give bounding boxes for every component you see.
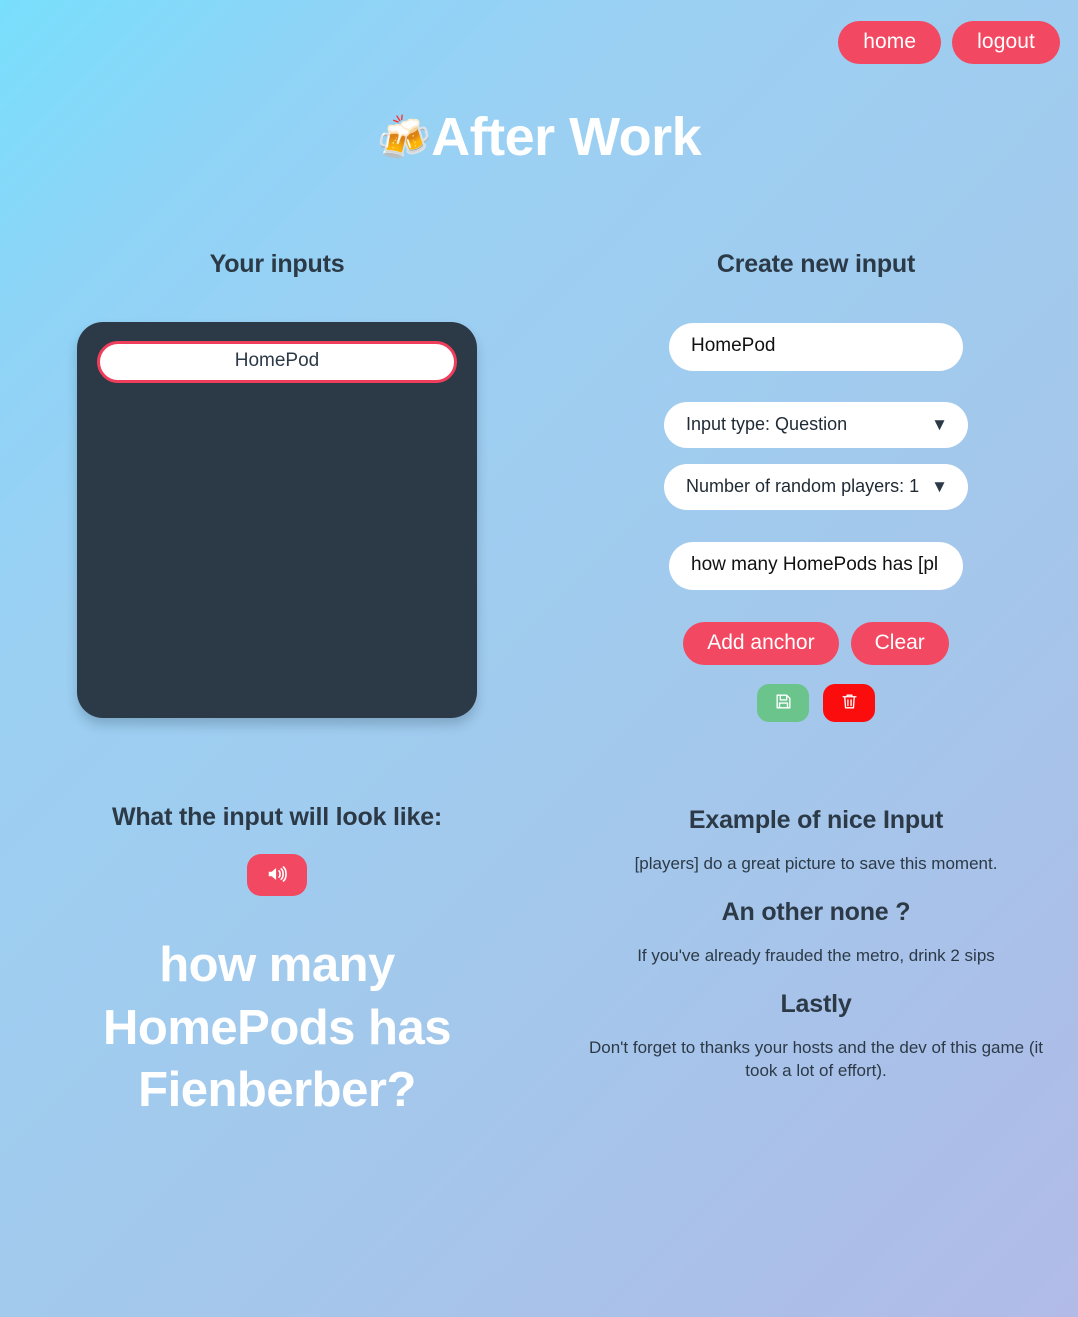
trash-icon xyxy=(840,692,859,714)
create-new-input-heading: Create new input xyxy=(716,250,916,278)
example-body-1: [players] do a great picture to save thi… xyxy=(634,854,998,873)
save-button[interactable] xyxy=(757,684,809,722)
input-preview-text: how many HomePods has Fienberber? xyxy=(103,938,451,1118)
example-heading-3: Lastly xyxy=(780,989,852,1018)
add-anchor-button[interactable]: Add anchor xyxy=(683,622,839,665)
input-text-field[interactable] xyxy=(669,542,963,590)
example-heading-1: Example of nice Input xyxy=(688,806,944,834)
right-column: Create new input Input type: Question In… xyxy=(554,250,1078,1083)
clear-button[interactable]: Clear xyxy=(850,622,949,665)
home-button[interactable]: home xyxy=(838,21,942,64)
top-navigation: home logout xyxy=(838,21,1060,64)
anchor-button-row: Add anchor Clear xyxy=(683,622,949,665)
input-type-select-wrapper: Input type: Question Input type: Action … xyxy=(664,402,968,448)
play-sound-button[interactable] xyxy=(247,854,307,896)
inputs-list-panel: HomePod xyxy=(77,322,477,718)
page-title-text: After Work xyxy=(431,107,702,167)
input-name-field[interactable] xyxy=(669,323,963,371)
action-icon-row xyxy=(669,684,963,722)
page-title: 🍻After Work xyxy=(0,107,1078,167)
logout-button[interactable]: logout xyxy=(952,21,1060,64)
create-input-form: Input type: Question Input type: Action … xyxy=(554,323,1078,722)
example-body-2: If you've already frauded the metro, dri… xyxy=(637,945,995,965)
delete-button[interactable] xyxy=(823,684,875,722)
your-inputs-heading: Your inputs xyxy=(209,250,345,278)
save-icon xyxy=(774,692,793,714)
left-column: Your inputs HomePod What the input will … xyxy=(0,250,554,1122)
speaker-button-row xyxy=(0,854,554,896)
input-type-select[interactable]: Input type: Question Input type: Action … xyxy=(664,402,968,448)
random-players-select[interactable]: Number of random players: 0 Number of ra… xyxy=(664,464,968,510)
preview-heading: What the input will look like: xyxy=(111,803,443,831)
beer-mugs-icon: 🍻 xyxy=(376,114,432,163)
example-heading-2: An other none ? xyxy=(721,897,911,926)
random-players-select-wrapper: Number of random players: 0 Number of ra… xyxy=(664,464,968,510)
list-item[interactable]: HomePod xyxy=(97,341,457,383)
speaker-icon xyxy=(266,863,288,888)
example-body-3: Don't forget to thanks your hosts and th… xyxy=(589,1037,1043,1080)
example-section: Example of nice Input [players] do a gre… xyxy=(554,806,1078,1083)
